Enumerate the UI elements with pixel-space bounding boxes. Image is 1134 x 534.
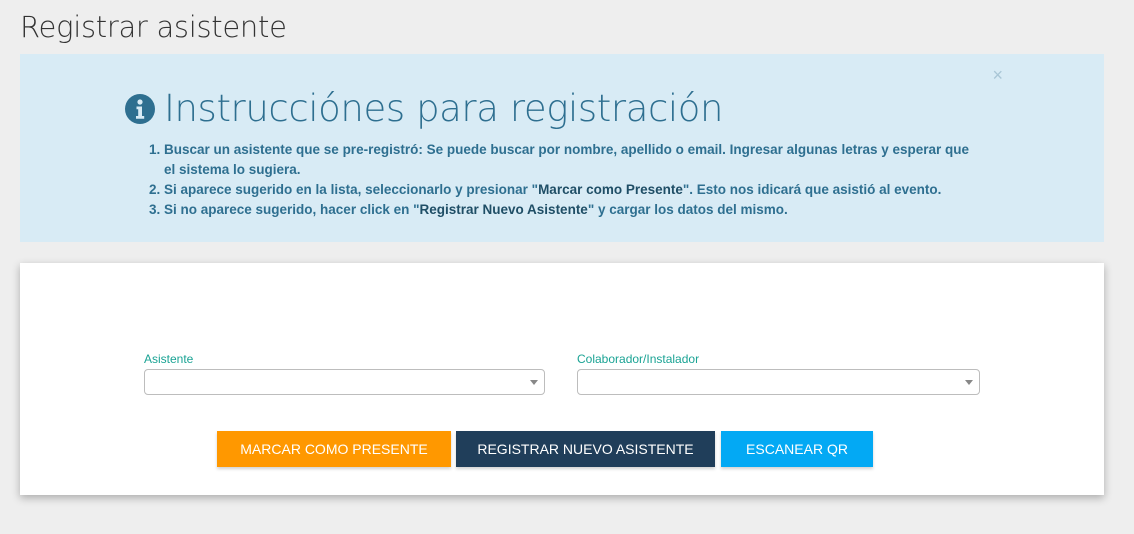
page-title: Registrar asistente (20, 10, 287, 44)
escanear-qr-button[interactable]: ESCANEAR QR (721, 431, 873, 467)
asistente-select[interactable] (144, 369, 545, 395)
colaborador-select[interactable] (577, 369, 980, 395)
info-circle-icon (125, 93, 155, 124)
list-item-emphasis: Registrar Nuevo Asistente (419, 202, 588, 217)
chevron-down-icon (530, 380, 538, 385)
list-item-text: Si aparece sugerido en la lista, selecci… (164, 182, 539, 197)
list-item-emphasis: Marcar como Presente (538, 182, 683, 197)
instructions-alert: × Instrucciónes para registración Buscar… (20, 54, 1104, 242)
instructions-list: Buscar un asistente que se pre-registró:… (148, 140, 984, 220)
list-item: Si no aparece sugerido, hacer click en "… (164, 200, 984, 220)
list-item-text: " y cargar los datos del mismo. (587, 202, 788, 217)
alert-heading: Instrucciónes para registración (124, 87, 724, 130)
registrar-nuevo-asistente-button[interactable]: REGISTRAR NUEVO ASISTENTE (456, 431, 715, 467)
chevron-down-icon (965, 380, 973, 385)
marcar-presente-button[interactable]: MARCAR COMO PRESENTE (217, 431, 451, 467)
list-item-text: Si no aparece sugerido, hacer click en " (164, 202, 420, 217)
list-item-text: ". Esto nos idicará que asistió al event… (682, 182, 942, 197)
asistente-label: Asistente (144, 352, 194, 366)
close-icon[interactable]: × (992, 66, 1003, 84)
colaborador-label: Colaborador/Instalador (577, 352, 700, 366)
list-item: Si aparece sugerido en la lista, selecci… (164, 180, 984, 200)
alert-heading-text: Instrucciónes para registración (164, 87, 724, 130)
registration-panel: Asistente Colaborador/Instalador MARCAR … (20, 263, 1104, 495)
list-item: Buscar un asistente que se pre-registró:… (164, 140, 984, 180)
list-item-text: Buscar un asistente que se pre-registró:… (164, 142, 970, 177)
